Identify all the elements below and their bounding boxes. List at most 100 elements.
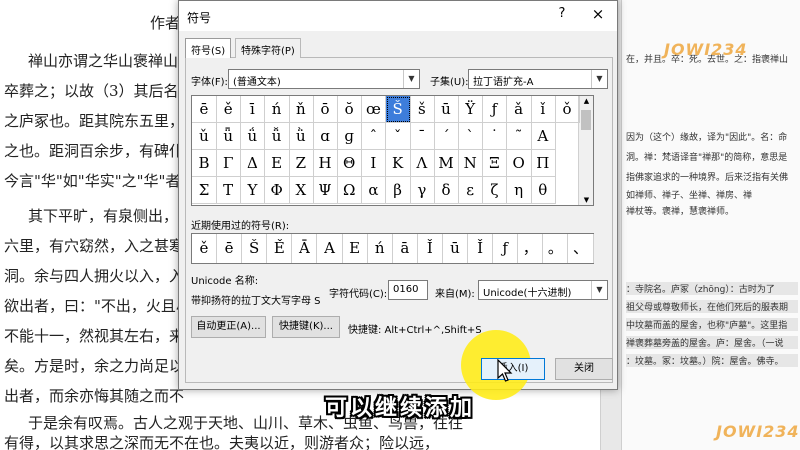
symbol-cell[interactable]: š xyxy=(409,96,435,123)
symbol-cell[interactable]: Ο xyxy=(506,150,532,177)
symbol-cell[interactable]: ǚ xyxy=(264,123,290,150)
symbol-cell[interactable]: Τ xyxy=(216,177,242,204)
symbol-cell[interactable]: ǜ xyxy=(288,123,314,150)
scroll-down-icon[interactable]: ▼ xyxy=(579,196,594,204)
subset-select[interactable]: 拉丁语扩充-A ▼ xyxy=(468,69,608,89)
symbol-cell[interactable]: Ξ xyxy=(482,150,508,177)
symbol-cell[interactable]: Β xyxy=(192,150,217,177)
symbol-cell[interactable]: ē xyxy=(192,96,217,123)
symbol-cell[interactable]: ǒ xyxy=(555,96,580,123)
recent-symbol-cell[interactable]: ū xyxy=(443,234,468,263)
symbol-cell[interactable]: Σ xyxy=(192,177,217,204)
recent-symbol-cell[interactable]: 。 xyxy=(543,234,569,263)
symbol-cell[interactable]: ˜ xyxy=(506,123,532,150)
symbol-cell[interactable]: ǐ xyxy=(530,96,556,123)
symbol-cell[interactable]: γ xyxy=(409,177,435,204)
symbol-cell[interactable]: Ÿ xyxy=(458,96,484,123)
shortcut-key-button[interactable]: 快捷键(K)... xyxy=(272,316,340,338)
symbol-cell[interactable]: ɡ xyxy=(337,123,363,150)
scroll-thumb[interactable] xyxy=(581,110,591,130)
recent-symbol-cell[interactable]: A xyxy=(318,234,343,263)
symbol-cell[interactable]: Υ xyxy=(240,177,266,204)
symbol-cell[interactable]: œ xyxy=(361,96,387,123)
symbol-cell[interactable]: ɑ xyxy=(313,123,338,150)
symbol-cell[interactable]: Θ xyxy=(337,150,363,177)
symbol-cell[interactable]: ī xyxy=(240,96,266,123)
symbol-cell[interactable]: β xyxy=(385,177,411,204)
symbol-cell[interactable]: η xyxy=(506,177,532,204)
recent-symbol-cell[interactable]: E xyxy=(343,234,368,263)
symbol-cell[interactable]: ζ xyxy=(482,177,508,204)
symbol-cell[interactable]: ˆ xyxy=(361,123,387,150)
symbol-cell[interactable]: Ψ xyxy=(313,177,338,204)
symbol-cell[interactable]: Η xyxy=(313,150,338,177)
symbol-cell[interactable]: ƒ xyxy=(482,96,508,123)
symbol-cell[interactable]: Ζ xyxy=(288,150,314,177)
symbol-cell[interactable]: ˇ xyxy=(385,123,411,150)
symbol-cell[interactable]: ǔ xyxy=(192,123,217,150)
dialog-titlebar[interactable]: 符号 ? × xyxy=(179,1,617,31)
recent-symbol-cell[interactable]: Ě xyxy=(267,234,293,263)
recent-symbol-cell[interactable]: Š xyxy=(242,234,268,263)
recent-symbol-cell[interactable]: ， xyxy=(518,234,544,263)
note-line: ：寺院名。庐冢（zhōng）：古时为了 xyxy=(626,282,798,295)
symbol-cell[interactable]: ε xyxy=(458,177,484,204)
recent-symbol-cell[interactable]: Ǐ xyxy=(418,234,443,263)
symbol-cell[interactable]: ˙ xyxy=(482,123,508,150)
insert-button[interactable]: 插入(I) xyxy=(481,358,545,380)
chevron-down-icon[interactable]: ▼ xyxy=(591,70,607,88)
symbol-cell[interactable]: Ι xyxy=(361,150,387,177)
symbol-cell[interactable]: ˊ xyxy=(434,123,459,150)
chevron-down-icon[interactable]: ▼ xyxy=(403,70,419,88)
recent-symbol-cell[interactable]: ē xyxy=(217,234,243,263)
recent-symbol-cell[interactable]: Ǐ xyxy=(468,234,494,263)
tab-symbols[interactable]: 符号(S) xyxy=(185,38,232,58)
autocorrect-button[interactable]: 自动更正(A)... xyxy=(191,316,266,338)
grid-scrollbar[interactable]: ▲ ▼ xyxy=(578,96,593,205)
symbol-cell[interactable]: ǎ xyxy=(506,96,532,123)
symbol-cell[interactable]: ň xyxy=(288,96,314,123)
close-button[interactable]: × xyxy=(589,5,607,23)
symbol-cell[interactable]: Ε xyxy=(264,150,290,177)
symbol-cell[interactable]: Φ xyxy=(264,177,290,204)
symbol-cell[interactable]: Š xyxy=(385,96,411,123)
help-button[interactable]: ? xyxy=(553,6,571,24)
recent-symbol-cell[interactable]: ā xyxy=(393,234,418,263)
symbol-cell[interactable]: ń xyxy=(264,96,290,123)
symbol-cell[interactable]: Ω xyxy=(337,177,363,204)
symbol-cell[interactable]: Γ xyxy=(216,150,242,177)
symbol-cell[interactable]: ū xyxy=(434,96,459,123)
symbol-cell[interactable]: Ν xyxy=(458,150,484,177)
recent-symbol-cell[interactable]: 、 xyxy=(569,234,594,263)
tab-special-characters[interactable]: 特殊字符(P) xyxy=(235,38,301,58)
scroll-up-icon[interactable]: ▲ xyxy=(579,97,594,105)
symbol-cell[interactable]: ō xyxy=(313,96,338,123)
symbol-cell[interactable]: ŏ xyxy=(337,96,363,123)
symbol-cell[interactable]: ˋ xyxy=(458,123,484,150)
symbol-cell[interactable]: δ xyxy=(434,177,459,204)
symbol-cell[interactable]: Λ xyxy=(409,150,435,177)
symbol-cell[interactable]: ě xyxy=(216,96,242,123)
char-code-input[interactable]: 0160 xyxy=(388,280,428,300)
symbol-cell[interactable]: ǘ xyxy=(240,123,266,150)
symbol-cell[interactable]: Κ xyxy=(385,150,411,177)
symbol-cell[interactable]: Χ xyxy=(288,177,314,204)
recent-symbol-cell[interactable]: ƒ xyxy=(493,234,519,263)
symbol-cell[interactable]: ǖ xyxy=(216,123,242,150)
note-line: 因为（这个）缘故，译为"因此"。名：命 xyxy=(626,133,788,143)
recent-symbol-cell[interactable]: ń xyxy=(368,234,393,263)
symbol-cell[interactable]: θ xyxy=(530,177,556,204)
symbol-cell[interactable]: Π xyxy=(530,150,556,177)
doc-line: 六里，有穴窈然，入之甚寒 xyxy=(4,237,184,255)
from-select[interactable]: Unicode(十六进制) ▼ xyxy=(478,280,608,300)
font-select[interactable]: (普通文本) ▼ xyxy=(228,69,420,89)
symbol-cell[interactable]: Μ xyxy=(434,150,459,177)
recent-symbol-cell[interactable]: ě xyxy=(192,234,217,263)
close-dialog-button[interactable]: 关闭 xyxy=(555,358,613,380)
symbol-cell[interactable]: А xyxy=(530,123,556,150)
symbol-cell[interactable]: ˉ xyxy=(409,123,435,150)
symbol-cell[interactable]: Δ xyxy=(240,150,266,177)
symbol-cell[interactable]: α xyxy=(361,177,387,204)
chevron-down-icon[interactable]: ▼ xyxy=(591,281,607,299)
recent-symbol-cell[interactable]: Ā xyxy=(292,234,318,263)
